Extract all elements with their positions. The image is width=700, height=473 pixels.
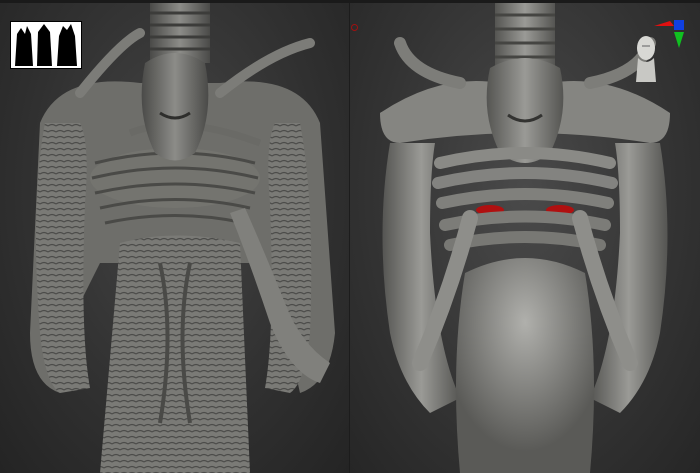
head-orientation-graphic	[636, 36, 656, 82]
silhouette-thumbnail-graphic	[15, 24, 77, 66]
silhouette-thumbnail-icon[interactable]	[10, 21, 82, 69]
record-dot-icon[interactable]	[351, 24, 358, 31]
sculpt-render-left	[30, 3, 335, 473]
head-orientation-icon[interactable]	[632, 32, 660, 88]
viewport-left[interactable]	[0, 3, 350, 473]
app-window	[0, 0, 700, 473]
